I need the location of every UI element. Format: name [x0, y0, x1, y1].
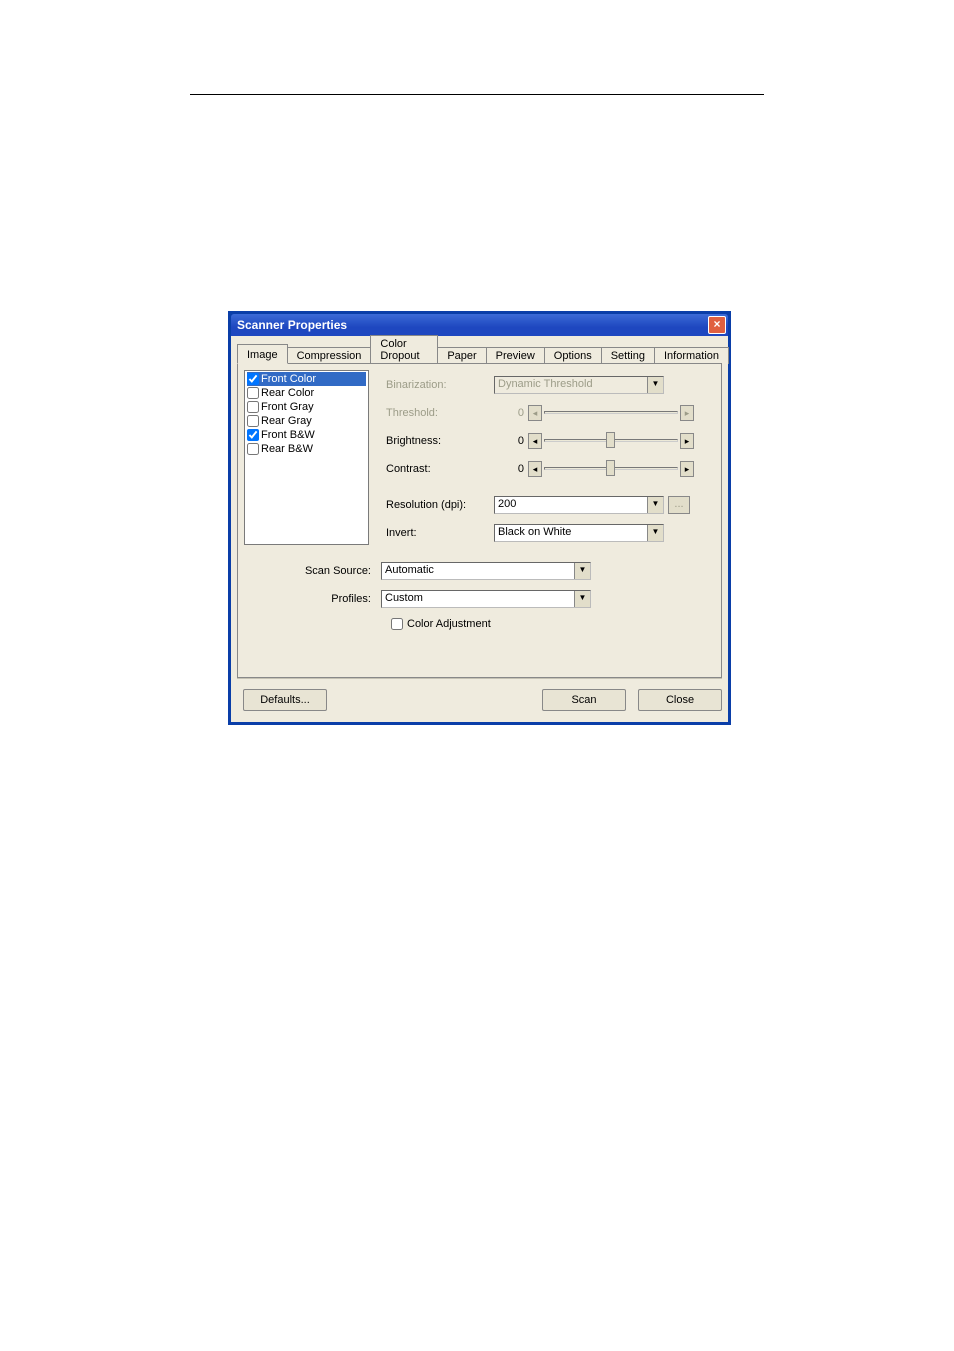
tab-image[interactable]: Image	[237, 344, 288, 364]
arrow-right-icon[interactable]: ▸	[680, 433, 694, 449]
arrow-left-icon: ◂	[528, 405, 542, 421]
dialog-title: Scanner Properties	[237, 318, 347, 332]
scan-button[interactable]: Scan	[542, 689, 626, 711]
tab-color-dropout[interactable]: Color Dropout	[370, 335, 438, 364]
row-scan-source: Scan Source: Automatic ▼	[244, 562, 715, 580]
list-item[interactable]: Rear B&W	[247, 442, 366, 456]
titlebar: Scanner Properties ×	[231, 314, 728, 336]
arrow-left-icon[interactable]: ◂	[528, 433, 542, 449]
row-threshold: Threshold: 0 ◂ ▸	[386, 404, 715, 422]
checkbox-rear-bw[interactable]	[247, 443, 259, 455]
color-adjustment-checkbox[interactable]	[391, 618, 403, 630]
chevron-down-icon: ▼	[647, 377, 663, 393]
checkbox-rear-color[interactable]	[247, 387, 259, 399]
checkbox-front-bw[interactable]	[247, 429, 259, 441]
dialog-body: Image Compression Color Dropout Paper Pr…	[231, 336, 728, 722]
close-button[interactable]: Close	[638, 689, 722, 711]
row-brightness: Brightness: 0 ◂ ▸	[386, 432, 715, 450]
checkbox-rear-gray[interactable]	[247, 415, 259, 427]
contrast-value: 0	[494, 463, 528, 475]
list-item-label: Rear B&W	[261, 443, 313, 455]
invert-label: Invert:	[386, 527, 494, 539]
threshold-label: Threshold:	[386, 407, 494, 419]
list-item[interactable]: Front Color	[247, 372, 366, 386]
tab-compression[interactable]: Compression	[287, 347, 372, 364]
scan-source-label: Scan Source:	[244, 565, 381, 577]
tab-row: Image Compression Color Dropout Paper Pr…	[237, 344, 728, 364]
contrast-slider[interactable]: ◂ ▸	[528, 460, 694, 478]
binarization-label: Binarization:	[386, 379, 494, 391]
brightness-slider[interactable]: ◂ ▸	[528, 432, 694, 450]
slider-thumb[interactable]	[606, 460, 615, 476]
row-invert: Invert: Black on White ▼	[386, 524, 715, 542]
scan-source-value: Automatic	[382, 563, 574, 579]
defaults-button[interactable]: Defaults...	[243, 689, 327, 711]
scan-source-dropdown[interactable]: Automatic ▼	[381, 562, 591, 580]
arrow-left-icon[interactable]: ◂	[528, 461, 542, 477]
profiles-value: Custom	[382, 591, 574, 607]
image-mode-listbox[interactable]: Front Color Rear Color Front Gray Rear G…	[244, 370, 369, 545]
settings-column: Binarization: Dynamic Threshold ▼ Thresh…	[386, 370, 715, 552]
list-item[interactable]: Front B&W	[247, 428, 366, 442]
tab-preview[interactable]: Preview	[486, 347, 545, 364]
list-item[interactable]: Front Gray	[247, 400, 366, 414]
slider-track	[544, 411, 678, 414]
tab-setting[interactable]: Setting	[601, 347, 655, 364]
list-item[interactable]: Rear Gray	[247, 414, 366, 428]
chevron-down-icon[interactable]: ▼	[647, 497, 663, 513]
scanner-properties-dialog: Scanner Properties × Image Compression C…	[228, 311, 731, 725]
invert-dropdown[interactable]: Black on White ▼	[494, 524, 664, 542]
lower-section: Scan Source: Automatic ▼ Profiles: Custo…	[244, 556, 715, 630]
arrow-right-icon[interactable]: ▸	[680, 461, 694, 477]
profiles-dropdown[interactable]: Custom ▼	[381, 590, 591, 608]
list-item-label: Rear Gray	[261, 415, 312, 427]
close-icon[interactable]: ×	[708, 316, 726, 334]
tab-page-image: Front Color Rear Color Front Gray Rear G…	[237, 363, 722, 678]
chevron-down-icon[interactable]: ▼	[574, 563, 590, 579]
button-bar: Defaults... Scan Close	[237, 678, 722, 714]
row-resolution: Resolution (dpi): 200 ▼ ...	[386, 496, 715, 514]
resolution-custom-button[interactable]: ...	[668, 496, 690, 514]
threshold-value: 0	[494, 407, 528, 419]
color-adjustment-label: Color Adjustment	[407, 618, 491, 630]
list-item-label: Rear Color	[261, 387, 314, 399]
resolution-label: Resolution (dpi):	[386, 499, 494, 511]
list-item[interactable]: Rear Color	[247, 386, 366, 400]
resolution-value: 200	[495, 497, 647, 513]
list-item-label: Front B&W	[261, 429, 315, 441]
list-item-label: Front Color	[261, 373, 316, 385]
profiles-label: Profiles:	[244, 593, 381, 605]
row-color-adjustment: Color Adjustment	[391, 618, 715, 630]
chevron-down-icon[interactable]: ▼	[647, 525, 663, 541]
binarization-dropdown: Dynamic Threshold ▼	[494, 376, 664, 394]
tab-options[interactable]: Options	[544, 347, 602, 364]
checkbox-front-gray[interactable]	[247, 401, 259, 413]
checkbox-front-color[interactable]	[247, 373, 259, 385]
tab-information[interactable]: Information	[654, 347, 729, 364]
chevron-down-icon[interactable]: ▼	[574, 591, 590, 607]
brightness-value: 0	[494, 435, 528, 447]
slider-thumb[interactable]	[606, 432, 615, 448]
row-profiles: Profiles: Custom ▼	[244, 590, 715, 608]
arrow-right-icon: ▸	[680, 405, 694, 421]
contrast-label: Contrast:	[386, 463, 494, 475]
list-item-label: Front Gray	[261, 401, 314, 413]
header-rule	[190, 94, 764, 95]
row-contrast: Contrast: 0 ◂ ▸	[386, 460, 715, 478]
invert-value: Black on White	[495, 525, 647, 541]
brightness-label: Brightness:	[386, 435, 494, 447]
threshold-slider: ◂ ▸	[528, 404, 694, 422]
resolution-dropdown[interactable]: 200 ▼	[494, 496, 664, 514]
binarization-value: Dynamic Threshold	[495, 377, 647, 393]
row-binarization: Binarization: Dynamic Threshold ▼	[386, 376, 715, 394]
tab-paper[interactable]: Paper	[437, 347, 486, 364]
